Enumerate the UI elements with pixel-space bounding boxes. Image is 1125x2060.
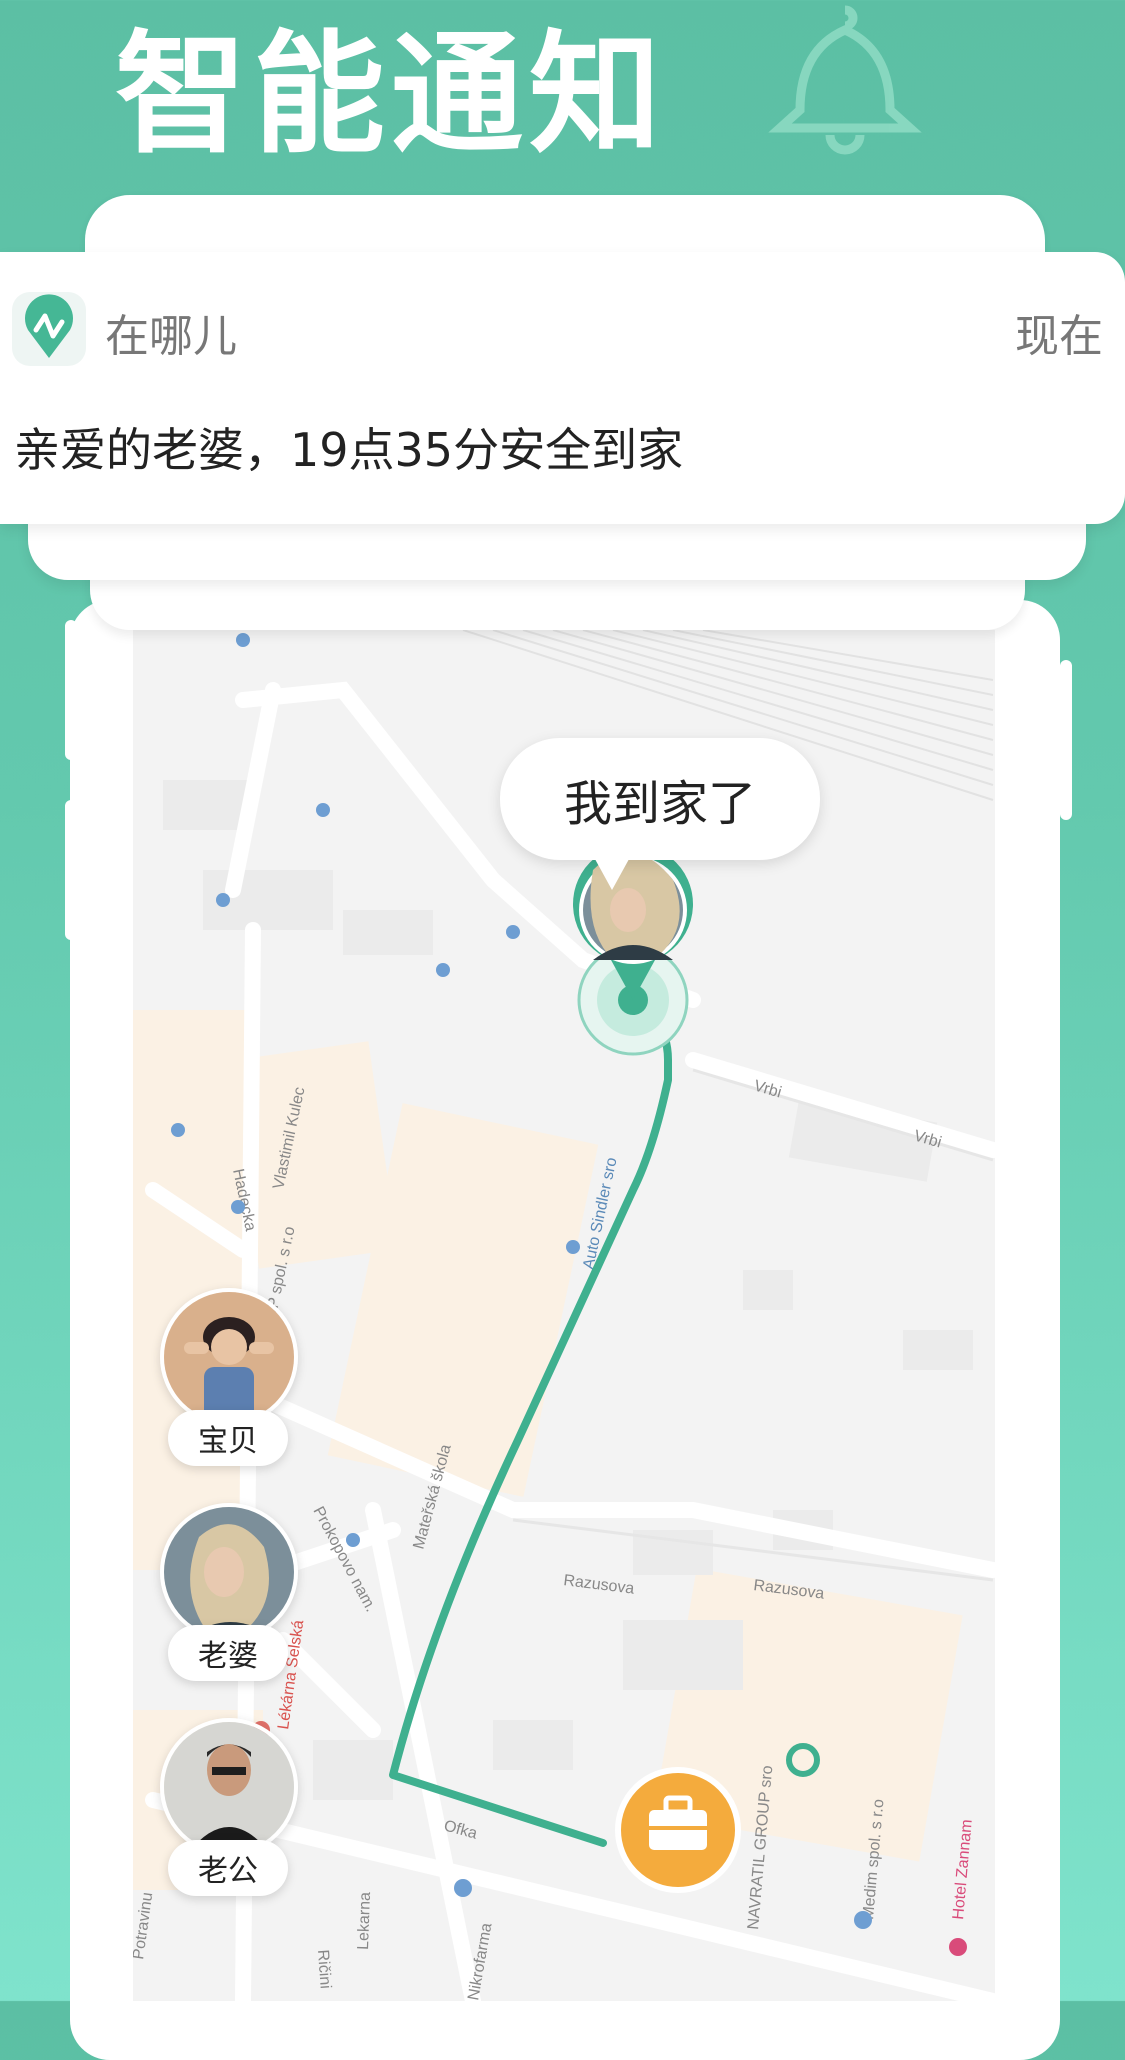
map-pin-icon <box>949 1938 967 1956</box>
avatar-photo <box>164 1292 294 1422</box>
avatar-wife[interactable] <box>160 1503 298 1641</box>
phone-side-button <box>65 620 77 760</box>
location-pin-logo-icon <box>25 294 73 358</box>
phone-side-button <box>1060 660 1072 820</box>
member-label[interactable]: 老公 <box>168 1840 288 1896</box>
map-pin-icon <box>216 893 230 907</box>
member-label[interactable]: 老婆 <box>168 1625 288 1681</box>
bell-icon <box>768 5 922 155</box>
app-icon <box>12 292 86 366</box>
map-pin-icon <box>231 1200 245 1214</box>
phone-side-button <box>65 800 77 940</box>
avatar-husband[interactable] <box>160 1718 298 1856</box>
status-speech-bubble: 我到家了 <box>500 738 820 860</box>
map-pin-icon <box>346 1533 360 1547</box>
street-label: Lekarna <box>355 1892 374 1950</box>
map-pin-icon <box>854 1911 872 1929</box>
avatar-baby[interactable] <box>160 1288 298 1426</box>
map-pin-icon <box>566 1240 580 1254</box>
map-pin-icon <box>506 925 520 939</box>
speech-bubble-tail <box>590 850 634 890</box>
avatar-photo <box>164 1507 294 1637</box>
notification-time: 现在 <box>1015 311 1103 362</box>
street-label: Razusova <box>563 1572 636 1598</box>
push-notification[interactable] <box>0 252 1125 524</box>
map-pin-icon <box>436 963 450 977</box>
street-label: Ričini <box>314 1949 334 1989</box>
notification-message: 亲爱的老婆，19点35分安全到家 <box>14 423 684 477</box>
member-label[interactable]: 宝贝 <box>168 1410 288 1466</box>
avatar-photo <box>164 1722 294 1852</box>
map-pin-icon <box>316 803 330 817</box>
promo-headline: 智能通知 <box>115 18 667 172</box>
map-pin-icon <box>236 633 250 647</box>
map-pin-icon <box>171 1123 185 1137</box>
street-label: Hotel Zannam <box>950 1819 976 1921</box>
map-pin-icon <box>454 1879 472 1897</box>
street-label: Potravinu <box>133 1891 156 1960</box>
notification-app-name: 在哪儿 <box>105 311 237 362</box>
